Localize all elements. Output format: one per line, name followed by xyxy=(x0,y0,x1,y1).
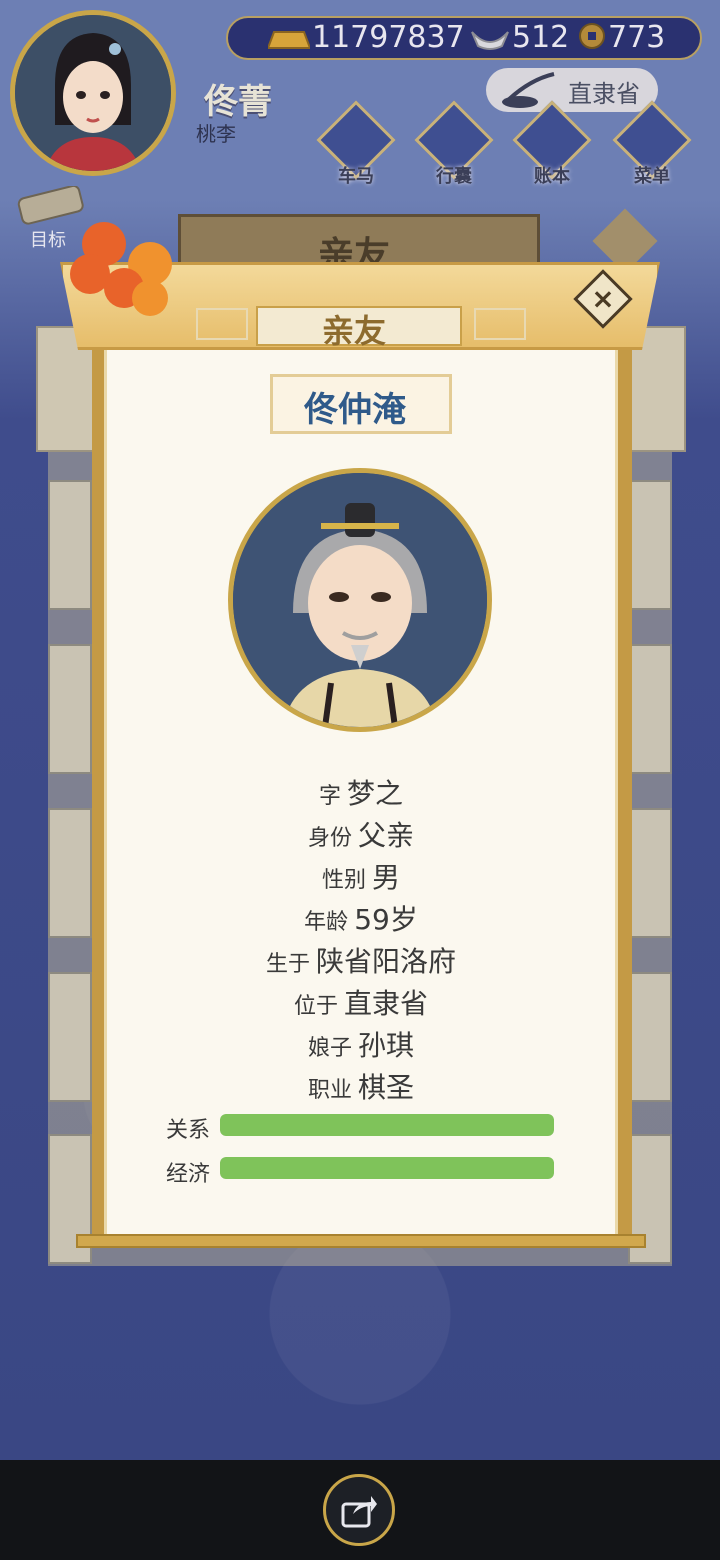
player-portrait-icon xyxy=(15,15,171,171)
background-card xyxy=(628,808,672,938)
info-value: 直隶省 xyxy=(344,987,429,1020)
info-key: 性别 xyxy=(321,868,366,893)
header-ornament xyxy=(196,308,248,340)
player-name: 佟菁 xyxy=(204,82,272,122)
modal-bottom-rod xyxy=(76,1234,646,1248)
info-key: 字 xyxy=(318,784,341,809)
background-card xyxy=(48,480,92,610)
info-key: 身份 xyxy=(307,826,352,851)
persimmon-decoration-icon xyxy=(64,214,184,328)
menu-label: 菜单 xyxy=(634,166,670,187)
info-value: 梦之 xyxy=(347,777,404,810)
modal-title: 亲友 xyxy=(322,312,387,350)
background-card xyxy=(628,480,672,610)
menu-label: 车马 xyxy=(338,166,374,187)
silver-amount: 512 xyxy=(512,20,570,55)
close-icon: × xyxy=(591,282,615,315)
info-value: 陕省阳洛府 xyxy=(316,945,457,978)
gold-ingot-icon xyxy=(266,24,312,56)
info-value: 父亲 xyxy=(358,819,415,852)
info-key: 职业 xyxy=(307,1078,352,1103)
share-icon xyxy=(341,1496,377,1528)
background-card xyxy=(48,808,92,938)
player-subtitle: 桃李 xyxy=(196,122,236,146)
info-row-occupation: 职业 棋圣 xyxy=(104,1066,618,1106)
elder-portrait-icon xyxy=(233,473,487,727)
menu-bag-button[interactable]: 行囊 xyxy=(414,100,494,190)
info-row-birthplace: 生于 陕省阳洛府 xyxy=(104,940,618,980)
goal-label: 目标 xyxy=(30,230,66,251)
gold-amount: 11797837 xyxy=(312,20,465,55)
relationship-bar xyxy=(220,1114,554,1136)
background-card xyxy=(48,644,92,774)
menu-label: 账本 xyxy=(534,166,570,187)
menu-ledger-button[interactable]: 账本 xyxy=(512,100,592,190)
info-key: 生于 xyxy=(265,952,310,977)
copper-coin-icon xyxy=(578,22,606,54)
info-key: 位于 xyxy=(293,994,338,1019)
economy-bar-fill xyxy=(220,1157,554,1179)
relationship-bar-fill xyxy=(220,1114,554,1136)
menu-label: 行囊 xyxy=(436,166,472,187)
info-value: 棋圣 xyxy=(358,1071,415,1104)
info-row-wife: 娘子 孙琪 xyxy=(104,1024,618,1064)
header-ornament xyxy=(474,308,526,340)
background-card xyxy=(48,972,92,1102)
info-value: 孙琪 xyxy=(358,1029,415,1062)
location-label: 直隶省 xyxy=(568,80,640,108)
relationship-label: 关系 xyxy=(166,1118,211,1143)
player-avatar[interactable] xyxy=(10,10,176,176)
info-key: 娘子 xyxy=(307,1036,352,1061)
silver-ingot-icon xyxy=(470,24,510,56)
background-card xyxy=(628,972,672,1102)
share-button[interactable] xyxy=(323,1474,395,1546)
copper-amount: 773 xyxy=(608,20,666,55)
info-row-age: 年龄 59岁 xyxy=(104,898,618,938)
info-row-location: 位于 直隶省 xyxy=(104,982,618,1022)
menu-more-button[interactable]: 菜单 xyxy=(612,100,692,190)
info-row-identity: 身份 父亲 xyxy=(104,814,618,854)
menu-carriage-button[interactable]: 车马 xyxy=(316,100,396,190)
character-name: 佟仲淹 xyxy=(304,390,406,430)
background-card xyxy=(628,644,672,774)
info-row-courtesy-name: 字梦之 xyxy=(104,772,618,812)
info-value: 59岁 xyxy=(354,903,418,936)
economy-label: 经济 xyxy=(166,1162,211,1187)
info-row-gender: 性别男 xyxy=(104,856,618,896)
character-portrait xyxy=(228,468,492,732)
info-key: 年龄 xyxy=(304,910,349,935)
info-value: 男 xyxy=(372,861,401,894)
economy-bar xyxy=(220,1157,554,1179)
